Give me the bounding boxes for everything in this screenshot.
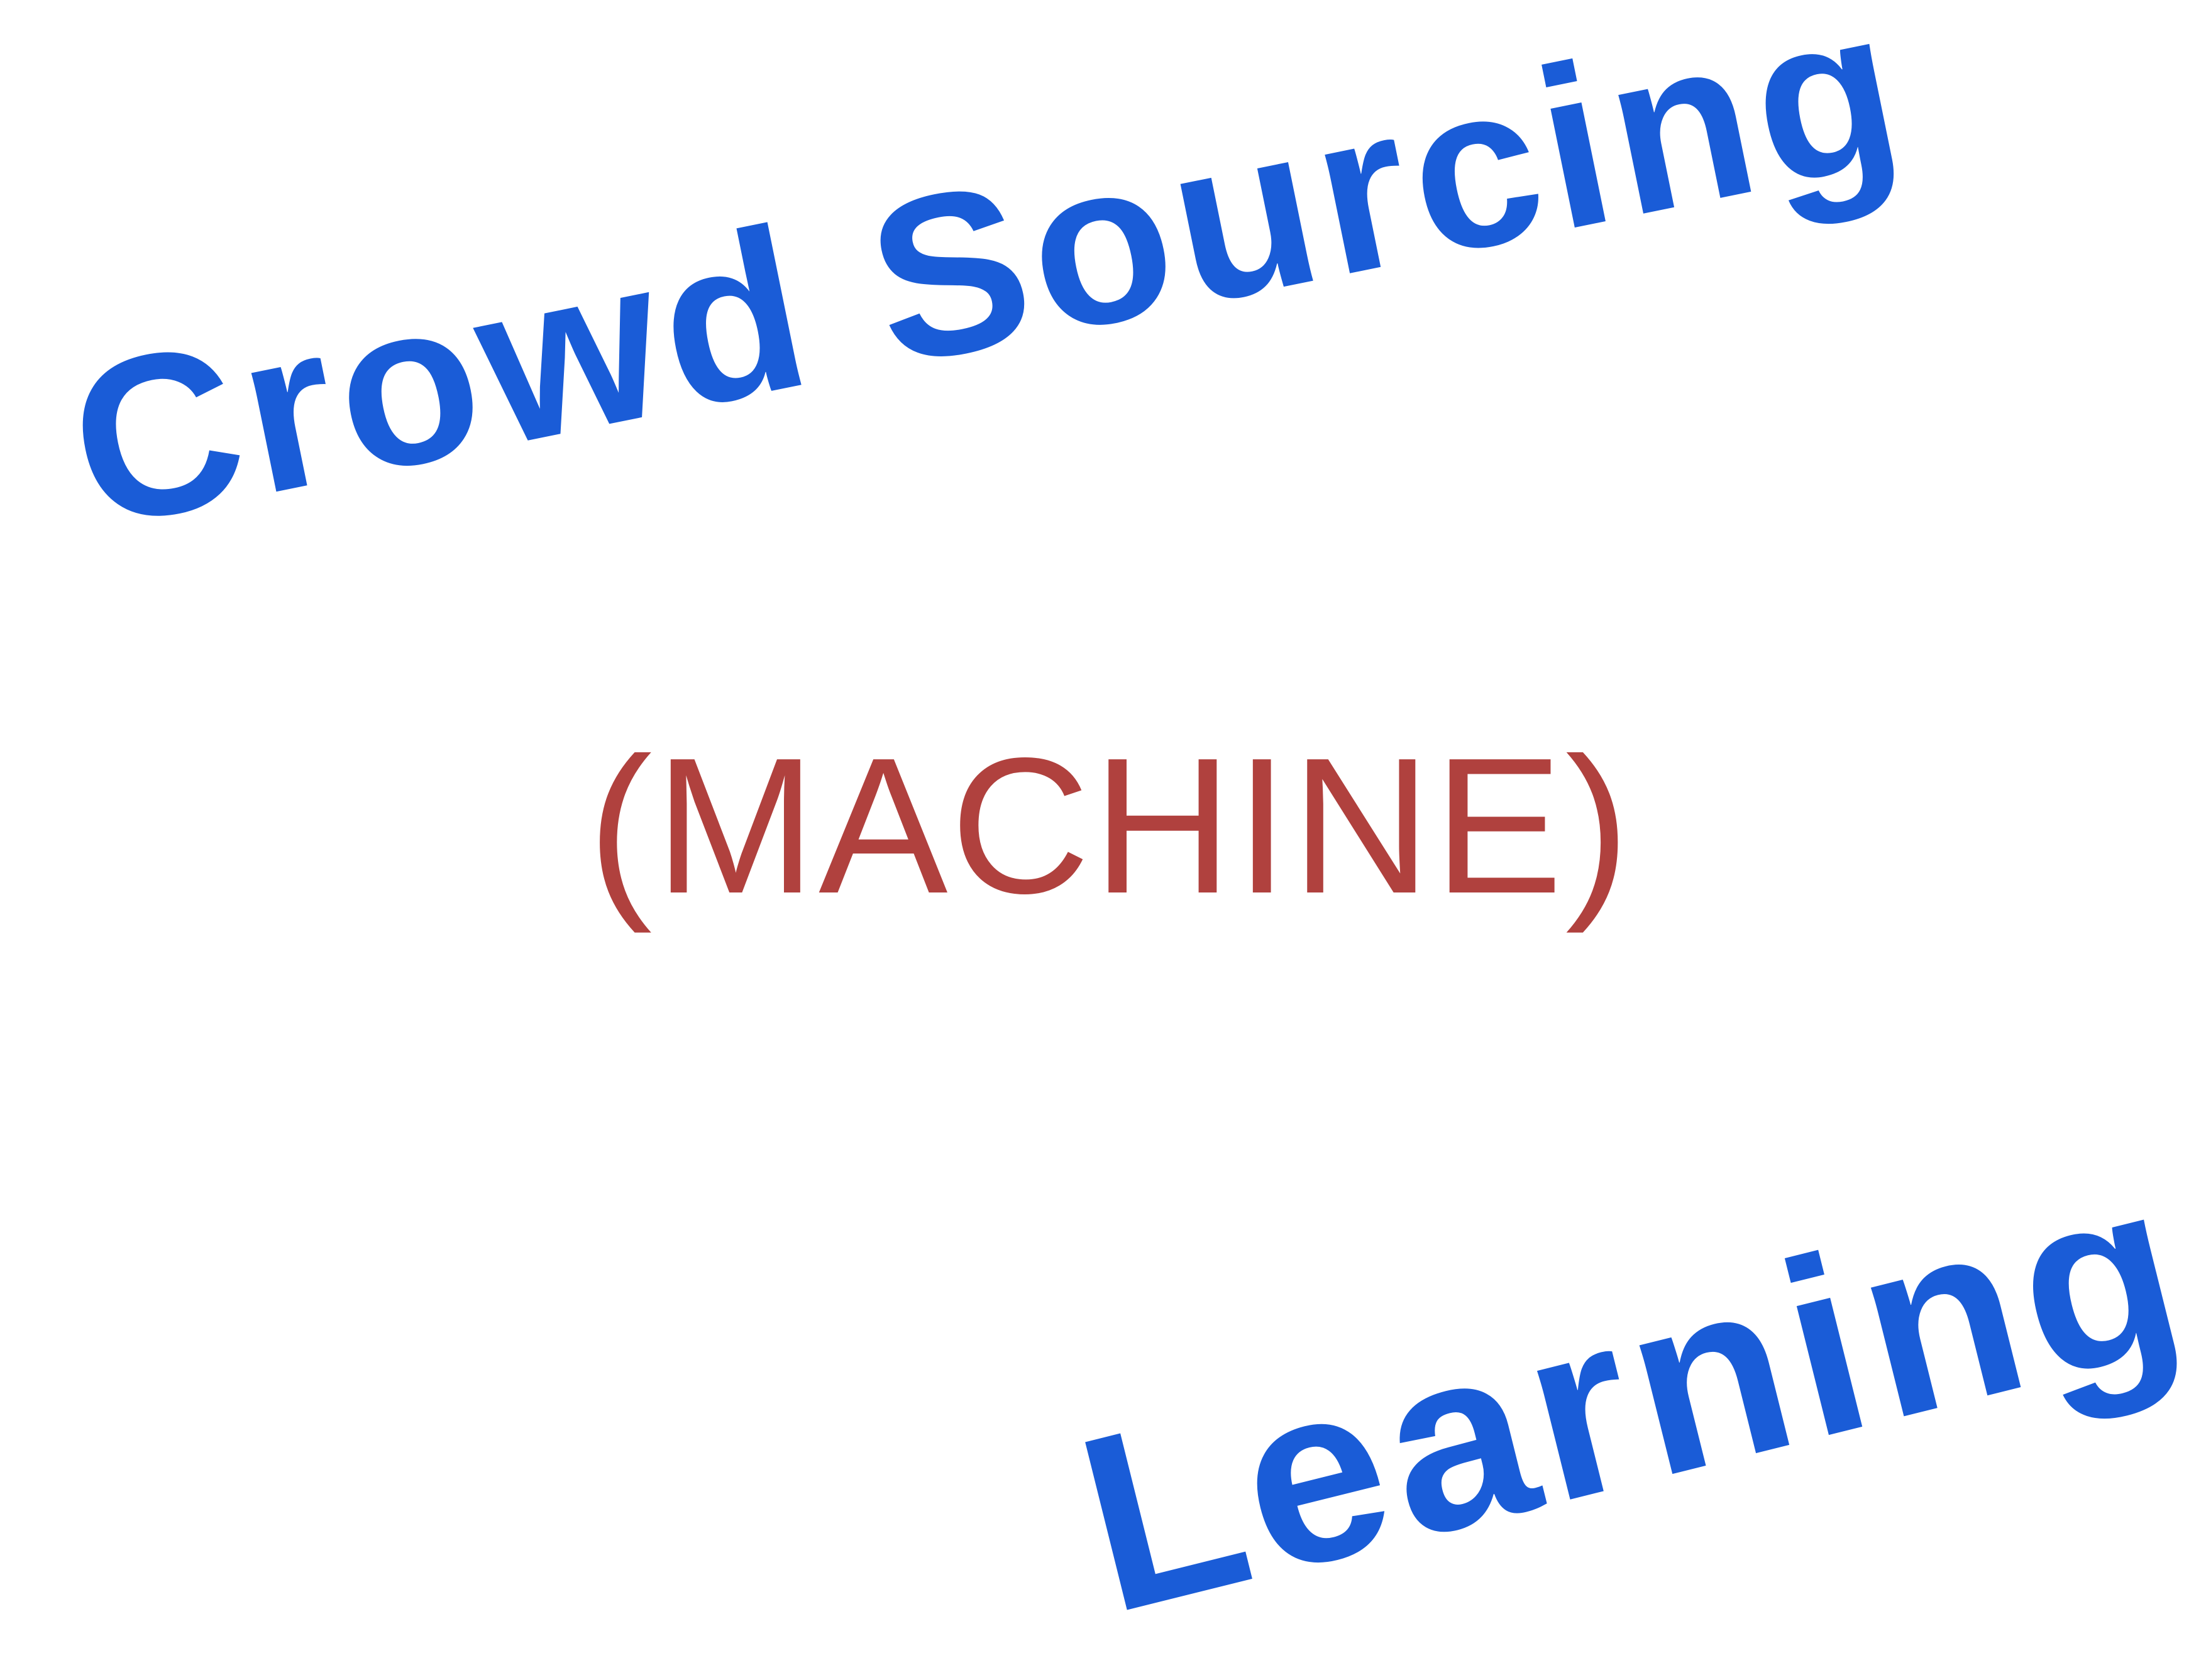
- crowd-sourcing-text: Crowd Sourcing: [50, 0, 1925, 578]
- machine-text: (MACHINE): [588, 718, 1633, 934]
- canvas: Crowd Sourcing (MACHINE) Learning: [0, 0, 2206, 1680]
- learning-text: Learning: [1056, 1121, 2206, 1666]
